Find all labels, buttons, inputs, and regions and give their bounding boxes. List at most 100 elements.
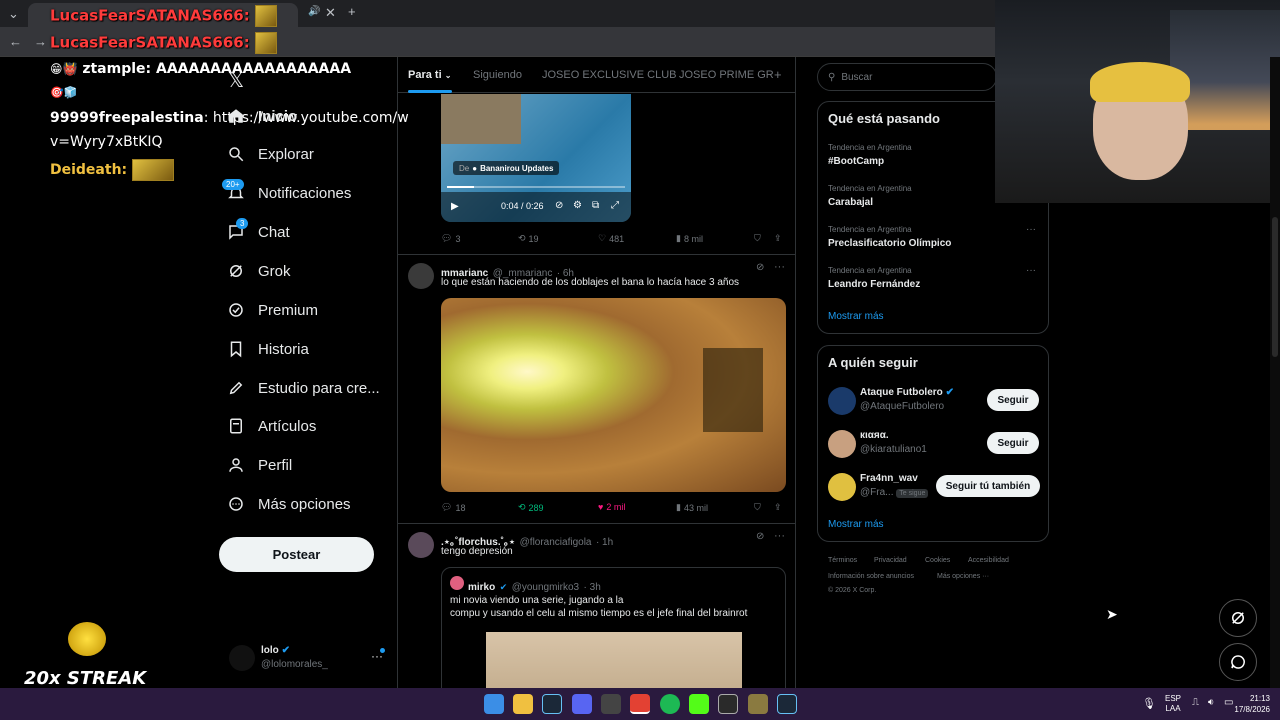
footer-link[interactable]: Cookies: [925, 557, 950, 564]
pip-icon[interactable]: ⧉: [592, 200, 599, 211]
nav-historia[interactable]: Historia: [226, 335, 309, 363]
mute-video-icon[interactable]: ⊘: [555, 200, 563, 211]
nav-perfil[interactable]: Perfil: [226, 451, 292, 479]
tweet1-video[interactable]: De ● Bananirou Updates ▶ 0:04 / 0:26 ⊘ ⚙ ⧉…: [441, 94, 631, 222]
avatar[interactable]: [408, 263, 434, 289]
messages-float-button[interactable]: [1219, 643, 1257, 681]
grok-icon[interactable]: ⊘: [756, 531, 764, 542]
forward-icon[interactable]: →: [34, 34, 47, 49]
retweet-action[interactable]: ⟲ 289: [518, 502, 544, 513]
reply-action[interactable]: 💬︎ 18: [441, 502, 465, 513]
play-icon[interactable]: ▶: [451, 201, 459, 212]
footer-link[interactable]: Términos: [828, 557, 857, 564]
views-action[interactable]: ▮ 8 mil: [676, 233, 703, 244]
follow-name[interactable]: кιαяα.: [860, 430, 889, 441]
like-action[interactable]: ♥ 2 mil: [598, 502, 625, 512]
quote-tweet[interactable]: mirko ✔ @youngmirko3 · 3h mi novia viend…: [441, 567, 786, 688]
follow-button[interactable]: Seguir: [987, 389, 1039, 411]
avatar[interactable]: [828, 430, 856, 458]
bookmark-action[interactable]: ⛉: [754, 502, 761, 513]
follow-name[interactable]: Fra4nn_wav: [860, 473, 918, 484]
nav-notificaciones[interactable]: 20+ Notificaciones: [222, 179, 351, 207]
show-more-link[interactable]: Mostrar más: [828, 519, 884, 530]
trend-item[interactable]: Carabajal: [828, 197, 873, 208]
avatar[interactable]: [229, 645, 255, 671]
footer-link[interactable]: Privacidad: [874, 557, 907, 564]
avatar[interactable]: [828, 473, 856, 501]
tab-joseo-exclusive[interactable]: JOSEO EXCLUSIVE CLUB: [542, 69, 677, 81]
video-source-label[interactable]: De ● Bananirou Updates: [453, 161, 560, 175]
share-action[interactable]: ⇪: [774, 502, 782, 513]
nav-premium[interactable]: Premium: [226, 296, 318, 324]
fullscreen-icon[interactable]: ⤢: [611, 200, 619, 211]
like-action[interactable]: ♡ 481: [598, 233, 624, 244]
share-icon: ⇪: [774, 502, 782, 512]
avatar[interactable]: [408, 532, 434, 558]
tweet2-image[interactable]: [441, 298, 786, 492]
video-progress[interactable]: [447, 186, 625, 188]
close-tab-icon[interactable]: ✕: [325, 5, 336, 21]
trend-item[interactable]: Preclasificatorio Olímpico: [828, 238, 951, 249]
trend-more-icon[interactable]: ···: [1026, 224, 1036, 235]
account-name[interactable]: lolo ✔: [261, 645, 290, 656]
share-action[interactable]: ⇪: [774, 233, 782, 244]
reply-action[interactable]: 💬︎ 3: [441, 233, 460, 244]
bookmark-action[interactable]: ⛉: [754, 233, 761, 244]
chrome-icon[interactable]: [630, 694, 650, 714]
follow-back-button[interactable]: Seguir tú también: [936, 475, 1040, 497]
avatar[interactable]: [828, 387, 856, 415]
show-more-link[interactable]: Mostrar más: [828, 311, 884, 322]
nav-explorar[interactable]: Explorar: [226, 140, 314, 168]
search-input[interactable]: ⚲ Buscar: [817, 63, 997, 91]
new-tab-button[interactable]: +: [348, 4, 356, 19]
tab-siguiendo[interactable]: Siguiendo: [473, 69, 522, 81]
post-button[interactable]: Postear: [219, 537, 374, 572]
tab-list-icon[interactable]: ⌄: [8, 6, 19, 22]
network-icon[interactable]: ⎍: [1192, 697, 1199, 708]
settings-icon[interactable]: ⚙: [573, 200, 582, 211]
nav-estudio[interactable]: Estudio para cre...: [226, 374, 380, 402]
language-indicator[interactable]: ESP LAA: [1165, 694, 1181, 714]
spotify-icon[interactable]: [660, 694, 680, 714]
tab-joseo-prime[interactable]: JOSEO PRIME GR: [679, 69, 774, 81]
footer-link[interactable]: Más opciones ···: [937, 573, 989, 580]
footer-link[interactable]: Accesibilidad: [968, 557, 1009, 564]
volume-icon[interactable]: 🔉︎: [1208, 697, 1214, 708]
nav-inicio[interactable]: Inicio: [226, 102, 297, 130]
obs-icon[interactable]: [601, 694, 621, 714]
nav-articulos[interactable]: Artículos: [226, 412, 316, 440]
kick-icon[interactable]: [689, 694, 709, 714]
tab-para-ti[interactable]: Para ti ⌄: [408, 69, 451, 81]
discord-icon[interactable]: [572, 694, 592, 714]
back-icon[interactable]: ←: [9, 34, 22, 49]
views-action[interactable]: ▮ 43 mil: [676, 502, 708, 513]
x-logo-icon[interactable]: 𝕏: [228, 68, 244, 93]
grok-float-button[interactable]: [1219, 599, 1257, 637]
trend-item[interactable]: Leandro Fernández: [828, 279, 920, 290]
clock[interactable]: 21:13 17/8/2026: [1228, 693, 1270, 715]
trend-more-icon[interactable]: ···: [1026, 265, 1036, 276]
follow-button[interactable]: Seguir: [987, 432, 1039, 454]
minecraft-icon[interactable]: [748, 694, 768, 714]
footer-link[interactable]: Información sobre anuncios: [828, 573, 914, 580]
streak-label: 20x STREAK: [24, 668, 147, 689]
add-tab-button[interactable]: +: [774, 67, 782, 82]
tweet-more-icon[interactable]: ···: [774, 261, 785, 273]
mute-icon[interactable]: 🔊: [308, 6, 320, 17]
trend-item[interactable]: #BootCamp: [828, 156, 884, 167]
tweet-more-icon[interactable]: ···: [774, 530, 785, 542]
verified-icon: ✔: [945, 387, 954, 398]
steam-icon[interactable]: [777, 694, 797, 714]
grok-icon[interactable]: ⊘: [756, 262, 764, 273]
nav-chat[interactable]: 3 Chat: [226, 218, 290, 246]
windows-start-icon[interactable]: [484, 694, 504, 714]
scrollbar[interactable]: [1270, 57, 1280, 688]
microphone-icon[interactable]: 🎙︎: [1142, 697, 1156, 710]
retweet-action[interactable]: ⟲ 19: [518, 233, 539, 244]
nav-grok[interactable]: Grok: [226, 257, 291, 285]
file-explorer-icon[interactable]: [513, 694, 533, 714]
app-icon[interactable]: [718, 694, 738, 714]
follow-name[interactable]: Ataque Futbolero ✔: [860, 387, 954, 398]
nav-mas-opciones[interactable]: Más opciones: [226, 490, 351, 518]
steam-icon[interactable]: [542, 694, 562, 714]
